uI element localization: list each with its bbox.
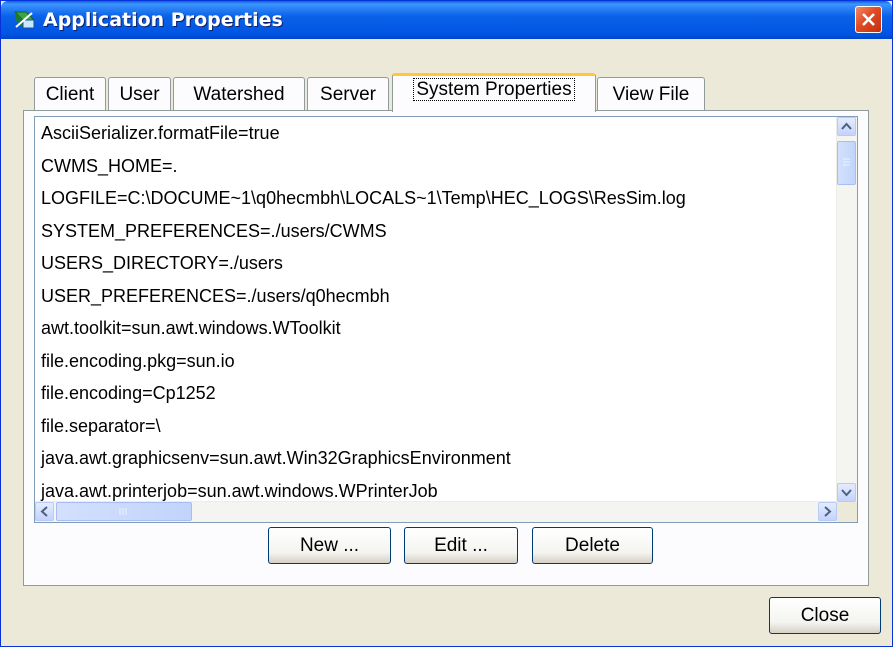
close-button[interactable]: Close bbox=[769, 597, 881, 634]
list-item[interactable]: file.separator=\ bbox=[35, 410, 845, 443]
chevron-down-icon bbox=[841, 489, 852, 497]
tab-server[interactable]: Server bbox=[307, 77, 389, 111]
edit-property-button[interactable]: Edit ... bbox=[404, 527, 518, 564]
chevron-up-icon bbox=[841, 122, 852, 130]
scroll-left-button[interactable] bbox=[35, 502, 54, 521]
list-item[interactable]: AsciiSerializer.formatFile=true bbox=[35, 117, 845, 150]
application-icon bbox=[13, 10, 36, 29]
application-properties-dialog: Application Properties Client User Water… bbox=[0, 0, 893, 647]
grip-icon bbox=[843, 158, 850, 166]
tab-user[interactable]: User bbox=[108, 77, 171, 111]
horizontal-scroll-thumb[interactable] bbox=[56, 502, 192, 521]
title-bar[interactable]: Application Properties bbox=[1, 1, 892, 39]
tab-client[interactable]: Client bbox=[34, 77, 106, 111]
chevron-left-icon bbox=[40, 506, 48, 517]
list-item[interactable]: file.encoding.pkg=sun.io bbox=[35, 345, 845, 378]
tab-system-properties[interactable]: System Properties bbox=[392, 73, 596, 112]
tab-label: Client bbox=[45, 84, 95, 105]
scroll-up-button[interactable] bbox=[837, 117, 856, 136]
system-properties-panel: AsciiSerializer.formatFile=true CWMS_HOM… bbox=[23, 110, 869, 586]
properties-list-content: AsciiSerializer.formatFile=true CWMS_HOM… bbox=[35, 117, 845, 502]
tab-label: View File bbox=[612, 84, 690, 105]
tab-label: Watershed bbox=[193, 84, 285, 105]
new-property-button[interactable]: New ... bbox=[268, 527, 391, 564]
vertical-scroll-thumb[interactable] bbox=[837, 141, 856, 185]
window-title: Application Properties bbox=[43, 9, 283, 31]
scroll-right-button[interactable] bbox=[818, 502, 837, 521]
list-item[interactable]: java.awt.printerjob=sun.awt.windows.WPri… bbox=[35, 475, 845, 503]
list-item[interactable]: LOGFILE=C:\DOCUME~1\q0hecmbh\LOCALS~1\Te… bbox=[35, 182, 845, 215]
tab-label: System Properties bbox=[413, 78, 575, 101]
list-item[interactable]: USER_PREFERENCES=./users/q0hecmbh bbox=[35, 280, 845, 313]
list-item[interactable]: SYSTEM_PREFERENCES=./users/CWMS bbox=[35, 215, 845, 248]
properties-list[interactable]: AsciiSerializer.formatFile=true CWMS_HOM… bbox=[34, 116, 858, 523]
list-item[interactable]: USERS_DIRECTORY=./users bbox=[35, 247, 845, 280]
chevron-right-icon bbox=[824, 506, 832, 517]
tab-watershed[interactable]: Watershed bbox=[173, 77, 305, 111]
close-icon bbox=[862, 13, 875, 26]
tab-view-file[interactable]: View File bbox=[597, 77, 705, 111]
tab-label: User bbox=[119, 84, 160, 105]
list-item[interactable]: awt.toolkit=sun.awt.windows.WToolkit bbox=[35, 312, 845, 345]
scrollbar-corner bbox=[837, 502, 857, 522]
delete-property-button[interactable]: Delete bbox=[532, 527, 653, 564]
scroll-down-button[interactable] bbox=[837, 483, 856, 502]
close-window-button[interactable] bbox=[855, 6, 882, 33]
list-item[interactable]: CWMS_HOME=. bbox=[35, 150, 845, 183]
grip-icon bbox=[119, 508, 127, 515]
vertical-scrollbar[interactable] bbox=[836, 117, 857, 502]
list-item[interactable]: file.encoding=Cp1252 bbox=[35, 377, 845, 410]
horizontal-scrollbar[interactable] bbox=[35, 501, 837, 522]
list-item[interactable]: java.awt.graphicsenv=sun.awt.Win32Graphi… bbox=[35, 442, 845, 475]
tab-label: Server bbox=[320, 84, 376, 105]
